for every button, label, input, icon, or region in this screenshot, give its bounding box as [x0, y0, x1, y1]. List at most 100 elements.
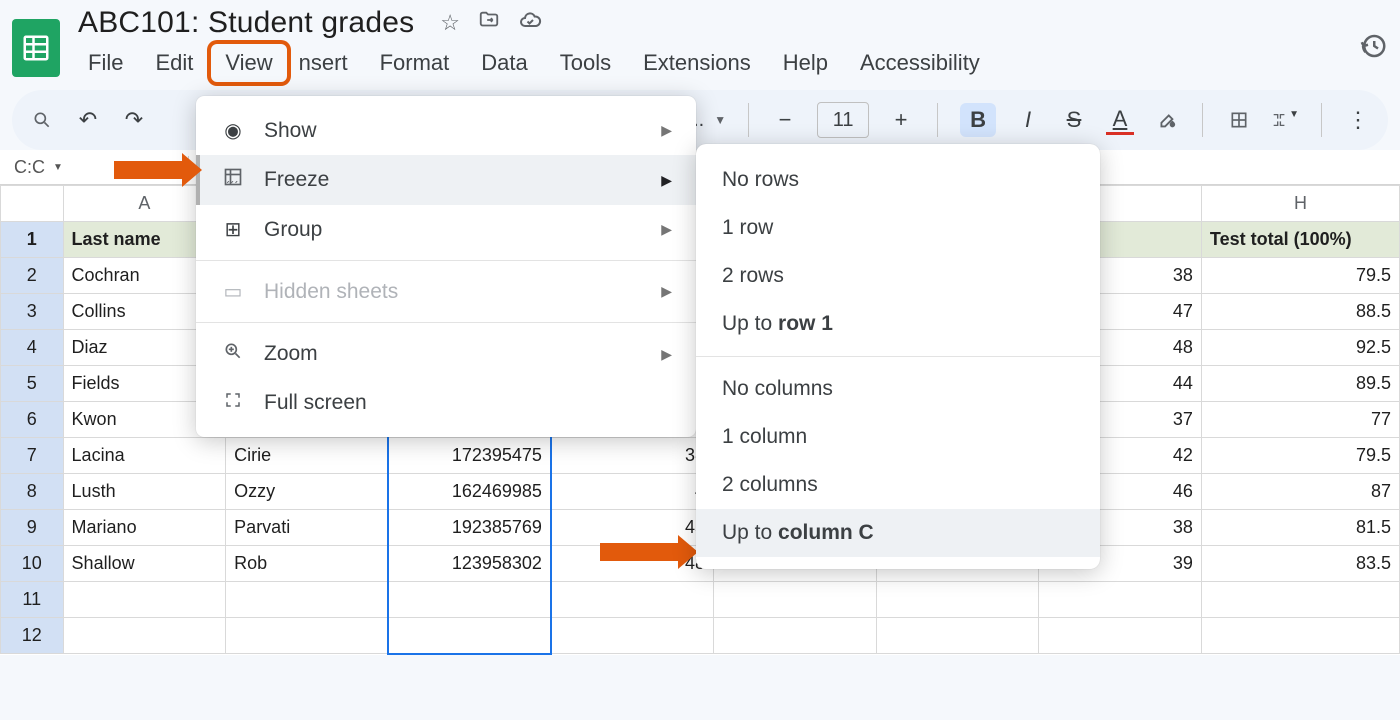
cell[interactable]: Lusth [63, 474, 226, 510]
cell[interactable]: Rob [226, 546, 389, 582]
merge-cells-button[interactable]: ▼ [1271, 109, 1299, 131]
sheets-app-icon[interactable] [12, 19, 60, 77]
menu-group[interactable]: ⊞ Group ▶ [196, 205, 696, 254]
menu-show-label: Show [264, 119, 317, 143]
freeze-up-to-row[interactable]: Up to row 1 [696, 300, 1100, 348]
cell[interactable]: Lacina [63, 438, 226, 474]
version-history-icon[interactable] [1358, 31, 1388, 66]
cell[interactable] [226, 582, 389, 618]
cell[interactable] [551, 582, 714, 618]
row-header[interactable]: 12 [1, 618, 64, 654]
cell[interactable]: 162469985 [388, 474, 551, 510]
bold-button[interactable]: B [960, 103, 996, 137]
cell[interactable]: 83.5 [1201, 546, 1399, 582]
cell[interactable]: Shallow [63, 546, 226, 582]
cell[interactable] [1201, 582, 1399, 618]
freeze-no-columns[interactable]: No columns [696, 365, 1100, 413]
move-folder-icon[interactable] [478, 9, 500, 37]
menu-edit[interactable]: Edit [141, 44, 207, 82]
label: Up to [722, 521, 778, 544]
row-header[interactable]: 9 [1, 510, 64, 546]
cell[interactable] [388, 618, 551, 654]
menu-extensions[interactable]: Extensions [629, 44, 765, 82]
italic-button[interactable]: I [1014, 107, 1042, 133]
row-header[interactable]: 6 [1, 402, 64, 438]
row-header[interactable]: 5 [1, 366, 64, 402]
row-header[interactable]: 10 [1, 546, 64, 582]
font-size-input[interactable]: 11 [817, 102, 869, 138]
row-header[interactable]: 4 [1, 330, 64, 366]
cell[interactable]: 88.5 [1201, 294, 1399, 330]
menu-freeze[interactable]: Freeze ▶ [196, 155, 696, 205]
cell[interactable]: Test total (100%) [1201, 222, 1399, 258]
col-header-H[interactable]: H [1201, 186, 1399, 222]
fill-color-button[interactable] [1152, 109, 1180, 131]
strikethrough-button[interactable]: S [1060, 107, 1088, 133]
menu-zoom[interactable]: Zoom ▶ [196, 329, 696, 379]
freeze-no-rows[interactable]: No rows [696, 156, 1100, 204]
cell[interactable]: 4 [551, 474, 714, 510]
row-header[interactable]: 2 [1, 258, 64, 294]
cell[interactable] [1039, 618, 1202, 654]
cell[interactable]: 38 [551, 438, 714, 474]
menu-data[interactable]: Data [467, 44, 541, 82]
cell[interactable]: Cirie [226, 438, 389, 474]
cell[interactable]: 81.5 [1201, 510, 1399, 546]
cell[interactable] [388, 582, 551, 618]
cell[interactable]: 79.5 [1201, 438, 1399, 474]
menu-file[interactable]: File [74, 44, 137, 82]
cell[interactable] [876, 618, 1039, 654]
cell[interactable] [63, 618, 226, 654]
menu-show[interactable]: ◉ Show ▶ [196, 106, 696, 155]
menu-help[interactable]: Help [769, 44, 842, 82]
cell[interactable]: Mariano [63, 510, 226, 546]
font-size-increase-icon[interactable]: + [887, 107, 915, 133]
menu-tools[interactable]: Tools [546, 44, 625, 82]
redo-icon[interactable]: ↷ [120, 107, 148, 133]
freeze-2-rows[interactable]: 2 rows [696, 252, 1100, 300]
menu-fullscreen[interactable]: Full screen [196, 379, 696, 427]
document-title[interactable]: ABC101: Student grades [78, 6, 414, 40]
row-header[interactable]: 8 [1, 474, 64, 510]
cell[interactable]: 87 [1201, 474, 1399, 510]
cell[interactable] [714, 582, 877, 618]
cell[interactable] [63, 582, 226, 618]
freeze-up-to-column[interactable]: Up to column C [696, 509, 1100, 557]
freeze-1-row[interactable]: 1 row [696, 204, 1100, 252]
cell[interactable]: 123958302 [388, 546, 551, 582]
star-icon[interactable]: ☆ [440, 10, 460, 36]
cell[interactable]: Ozzy [226, 474, 389, 510]
cell[interactable]: 79.5 [1201, 258, 1399, 294]
freeze-2-columns[interactable]: 2 columns [696, 461, 1100, 509]
text-color-button[interactable]: A [1106, 106, 1134, 135]
cell[interactable]: 192385769 [388, 510, 551, 546]
menu-format[interactable]: Format [366, 44, 464, 82]
submenu-arrow-icon: ▶ [661, 122, 672, 139]
cell[interactable] [226, 618, 389, 654]
menu-insert[interactable]: nsert [285, 44, 362, 82]
cell[interactable]: Parvati [226, 510, 389, 546]
cloud-status-icon[interactable] [518, 8, 542, 38]
undo-icon[interactable]: ↶ [74, 107, 102, 133]
menu-view[interactable]: View [211, 44, 286, 82]
menu-accessibility[interactable]: Accessibility [846, 44, 994, 82]
row-header[interactable]: 11 [1, 582, 64, 618]
row-header[interactable]: 7 [1, 438, 64, 474]
cell[interactable]: 172395475 [388, 438, 551, 474]
more-icon[interactable]: ⋮ [1344, 107, 1372, 133]
cell[interactable] [1201, 618, 1399, 654]
cell[interactable]: 92.5 [1201, 330, 1399, 366]
freeze-1-column[interactable]: 1 column [696, 413, 1100, 461]
cell[interactable]: 77 [1201, 402, 1399, 438]
cell[interactable]: 89.5 [1201, 366, 1399, 402]
font-size-decrease-icon[interactable]: − [771, 107, 799, 133]
cell[interactable] [714, 618, 877, 654]
row-header[interactable]: 3 [1, 294, 64, 330]
borders-button[interactable] [1225, 110, 1253, 130]
cell[interactable] [1039, 582, 1202, 618]
row-header[interactable]: 1 [1, 222, 64, 258]
select-all-cell[interactable] [1, 186, 64, 222]
search-icon[interactable] [28, 110, 56, 130]
cell[interactable] [551, 618, 714, 654]
cell[interactable] [876, 582, 1039, 618]
